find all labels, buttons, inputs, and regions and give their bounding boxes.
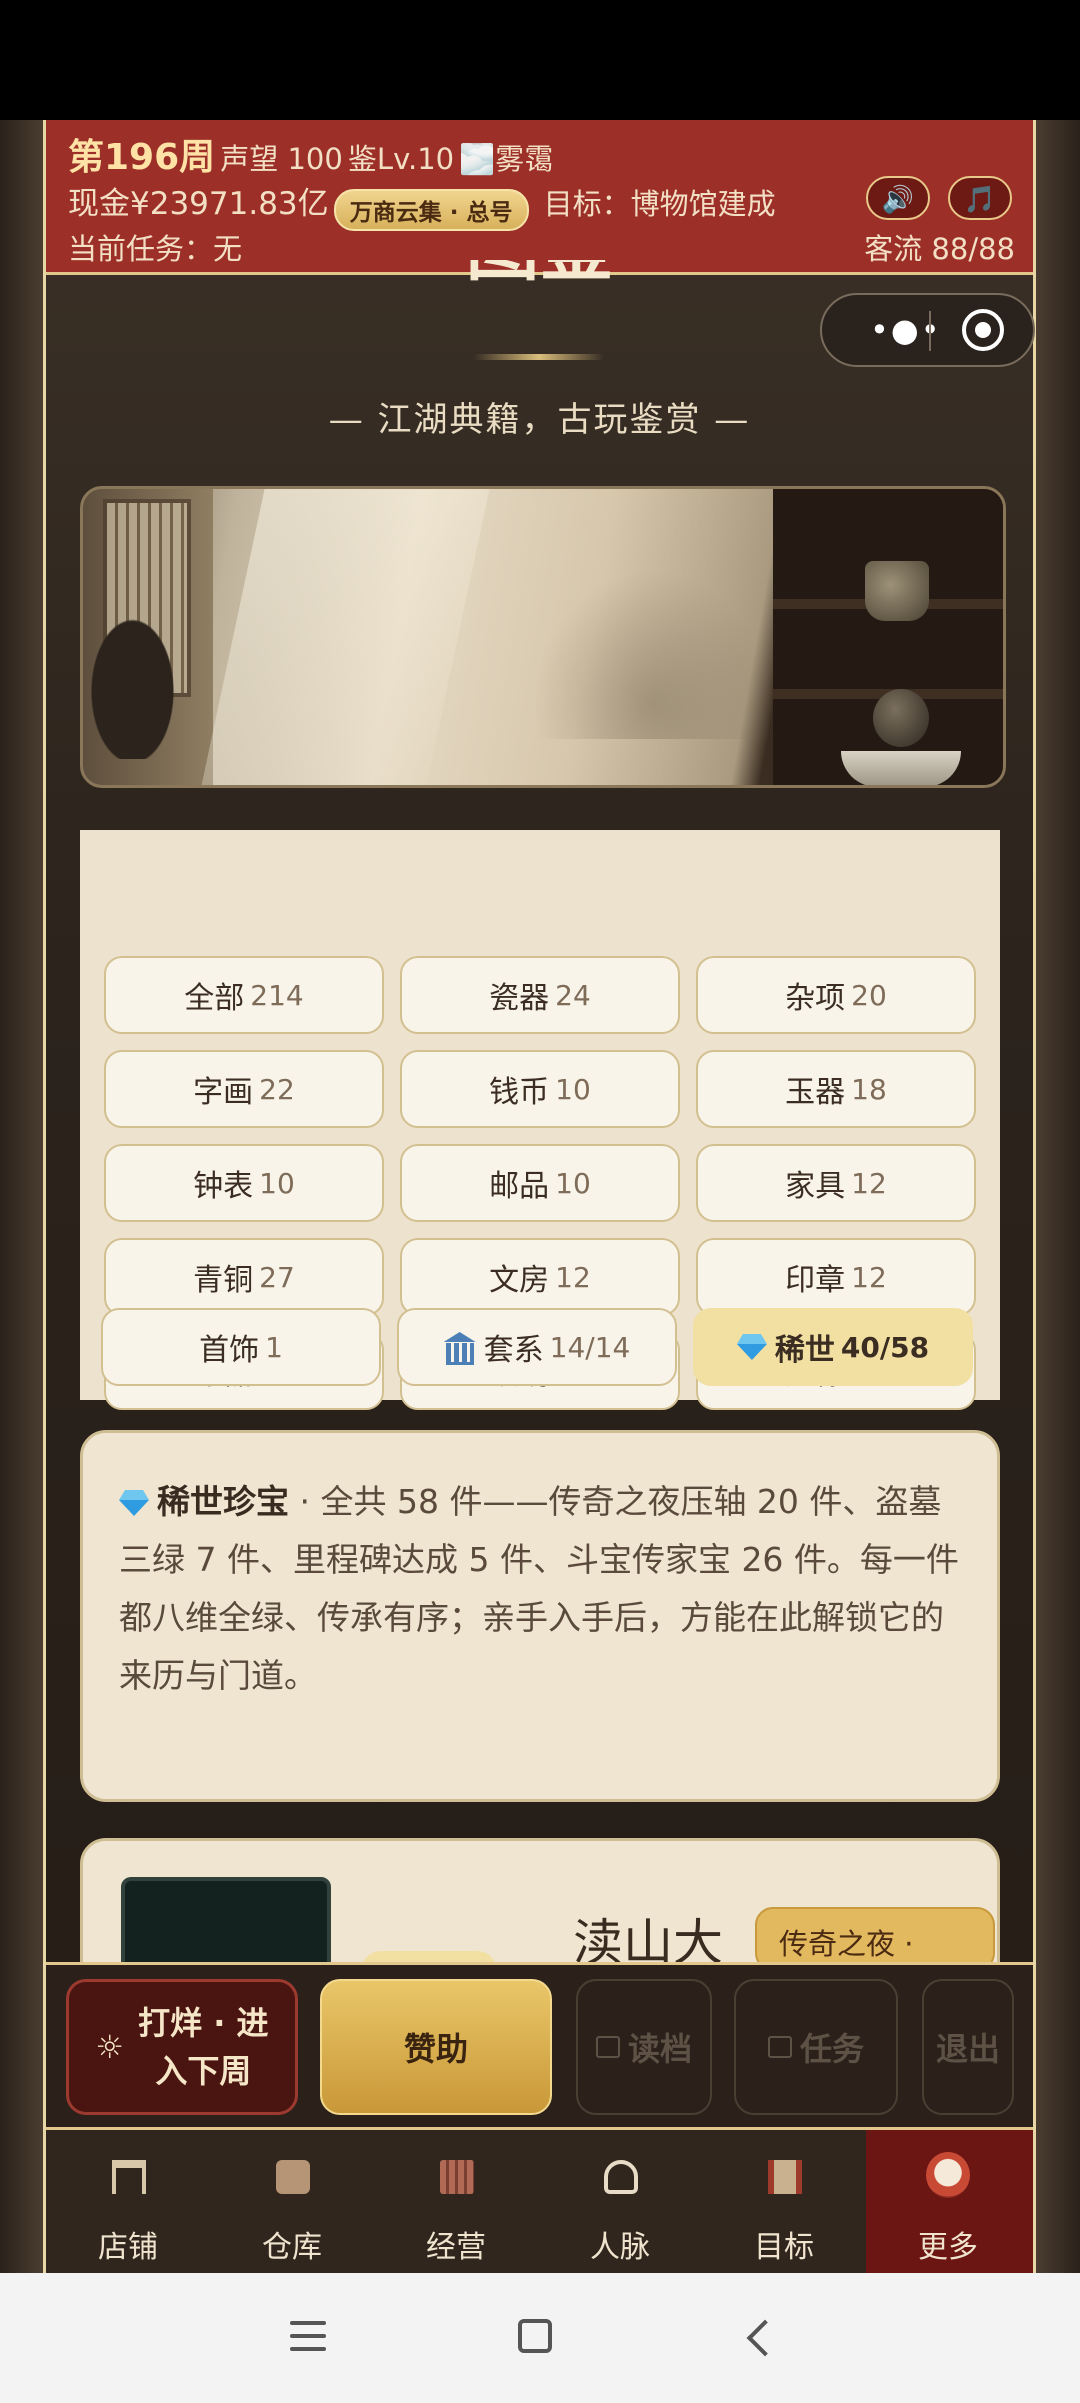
recent-apps-icon[interactable]: [290, 2321, 326, 2353]
category-all[interactable]: 全部 214: [104, 956, 384, 1034]
nav-warehouse[interactable]: 仓库: [210, 2130, 374, 2273]
frame-shade-left: [0, 120, 43, 2273]
porcelain-bowl: [841, 751, 961, 785]
hero-illustration: [80, 486, 1006, 788]
info-heading: 稀世珍宝: [157, 1482, 289, 1521]
frame-shade-right: [1036, 120, 1080, 2273]
action-bar: ☼ 打烊 · 进入下周 赞助 读档 任务 退出: [46, 1962, 1033, 2130]
title-divider: [474, 354, 604, 360]
cash-label: 现金¥23971.83亿: [68, 186, 329, 222]
light-rays: [193, 489, 493, 785]
goal-label: 目标：博物馆建成: [543, 187, 776, 221]
shop-icon: [112, 2160, 146, 2194]
back-icon[interactable]: [746, 2319, 784, 2357]
rare-treasure-info: 稀世珍宝 · 全共 58 件——传奇之夜压轴 20 件、盗墓三绿 7 件、里程碑…: [80, 1430, 1000, 1802]
diamond-icon: [737, 1334, 767, 1360]
category-stamps[interactable]: 邮品 10: [400, 1144, 680, 1222]
bonsai-silhouette: [85, 609, 180, 759]
lantern-icon: [926, 2152, 970, 2198]
appraisal-level: 鉴Lv.10: [347, 142, 455, 176]
reputation-label: 声望 100: [220, 142, 343, 176]
category-coins[interactable]: 钱币 10: [400, 1050, 680, 1128]
museum-icon: [444, 1332, 476, 1365]
miniprogram-capsule: •●•: [820, 293, 1035, 367]
market-pill[interactable]: 万商云集 · 总号: [333, 188, 529, 231]
next-week-button[interactable]: ☼ 打烊 · 进入下周: [66, 1979, 298, 2115]
nav-goals[interactable]: 目标: [702, 2130, 866, 2273]
category-jewelry[interactable]: 首饰 1: [101, 1308, 381, 1386]
category-stationery[interactable]: 文房 12: [400, 1238, 680, 1316]
home-icon[interactable]: [518, 2319, 552, 2353]
ledger-icon: [440, 2160, 474, 2194]
warehouse-icon: [276, 2160, 310, 2194]
hud-row-middle: 现金¥23971.83亿 万商云集 · 总号 目标：博物馆建成: [68, 178, 776, 231]
nav-operations[interactable]: 经营: [374, 2130, 538, 2273]
hud-row-top: 第196周 声望 100 鉴Lv.10 🌫️雾霭: [68, 128, 553, 180]
nav-shop[interactable]: 店铺: [46, 2130, 210, 2273]
sun-icon: ☼: [95, 2028, 125, 2066]
mountain-mist: [523, 559, 783, 739]
system-nav-bar: [0, 2273, 1080, 2403]
sound-button[interactable]: 🔊: [866, 176, 930, 220]
capsule-separator: [929, 311, 931, 351]
game-window: 第196周 声望 100 鉴Lv.10 🌫️雾霭 现金¥23971.83亿 万商…: [43, 120, 1036, 2273]
category-seals[interactable]: 印章 12: [696, 1238, 976, 1316]
bottom-nav: 店铺 仓库 经营 人脉 目标 更多: [46, 2130, 1033, 2273]
diamond-icon: [119, 1490, 149, 1516]
week-counter: 第196周: [68, 137, 216, 178]
category-misc[interactable]: 杂项 20: [696, 956, 976, 1034]
category-porcelain[interactable]: 瓷器 24: [400, 956, 680, 1034]
status-header: 第196周 声望 100 鉴Lv.10 🌫️雾霭 现金¥23971.83亿 万商…: [46, 120, 1033, 275]
category-painting[interactable]: 字画 22: [104, 1050, 384, 1128]
category-sets[interactable]: 套系 14/14: [397, 1308, 677, 1386]
exit-button[interactable]: 退出: [922, 1979, 1014, 2115]
bronze-ding: [865, 561, 929, 621]
folder-icon: [595, 2036, 620, 2058]
people-icon: [604, 2160, 638, 2194]
category-furniture[interactable]: 家具 12: [696, 1144, 976, 1222]
category-bronze[interactable]: 青铜 27: [104, 1238, 384, 1316]
scroll-icon: [768, 2160, 802, 2194]
sponsor-button[interactable]: 赞助: [320, 1979, 552, 2115]
page-subtitle: — 江湖典籍，古玩鉴赏 —: [328, 400, 751, 440]
weather-label: 🌫️雾霭: [459, 142, 554, 176]
nav-contacts[interactable]: 人脉: [538, 2130, 702, 2273]
category-jade[interactable]: 玉器 18: [696, 1050, 976, 1128]
dark-jar: [873, 689, 929, 747]
load-save-button[interactable]: 读档: [576, 1979, 712, 2115]
nav-more[interactable]: 更多: [866, 2130, 1033, 2273]
note-icon: [767, 2036, 792, 2058]
category-rare[interactable]: 稀世 40/58: [693, 1308, 973, 1386]
category-clocks[interactable]: 钟表 10: [104, 1144, 384, 1222]
close-target-icon[interactable]: [962, 309, 1004, 351]
system-status-bar: [0, 0, 1080, 120]
music-button[interactable]: 🎵: [948, 176, 1012, 220]
task-button[interactable]: 任务: [734, 1979, 898, 2115]
